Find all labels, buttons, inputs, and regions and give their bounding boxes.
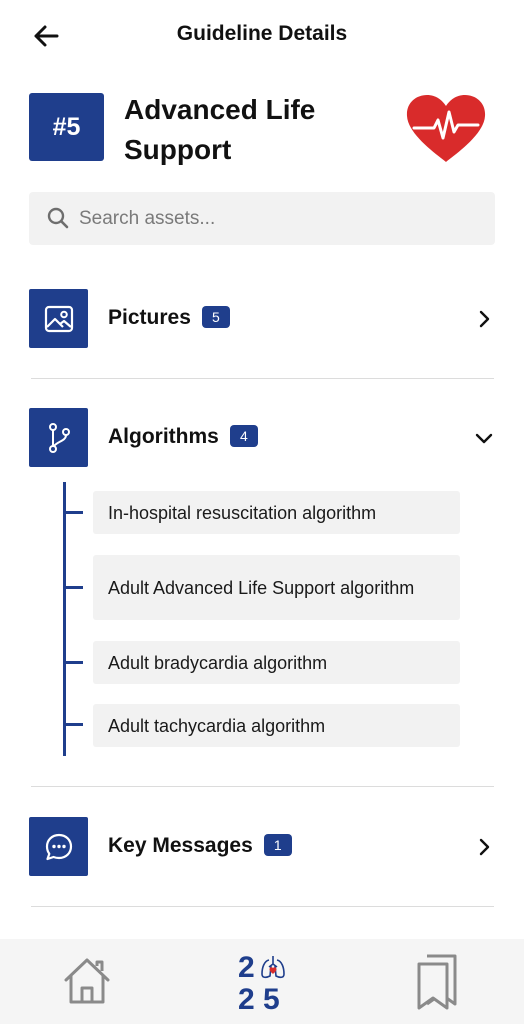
divider bbox=[31, 378, 494, 379]
algorithm-item-label: Adult bradycardia algorithm bbox=[108, 652, 328, 673]
section-label-pictures: Pictures 5 bbox=[108, 306, 230, 330]
lungs-heart-icon bbox=[261, 956, 285, 979]
pictures-count-badge: 5 bbox=[201, 306, 230, 328]
bookmarks-icon bbox=[417, 954, 457, 1010]
guideline-number-badge: #5 bbox=[29, 93, 104, 161]
divider bbox=[31, 906, 494, 907]
tree-tick bbox=[63, 586, 83, 589]
key-messages-count-badge: 1 bbox=[263, 834, 292, 856]
guidelines-2025-button[interactable]: 2 2 5 bbox=[232, 949, 292, 1015]
home-icon bbox=[64, 958, 110, 1004]
divider bbox=[31, 786, 494, 787]
chevron-down-icon bbox=[475, 433, 493, 444]
bottom-nav: 2 2 5 bbox=[0, 939, 524, 1024]
key-messages-icon-tile bbox=[29, 817, 88, 876]
section-pictures[interactable]: Pictures 5 bbox=[0, 289, 524, 349]
tree-tick bbox=[63, 511, 83, 514]
algorithms-count-badge: 4 bbox=[229, 425, 258, 447]
heart-pulse-icon bbox=[406, 95, 486, 162]
algorithm-item[interactable]: Adult bradycardia algorithm bbox=[93, 641, 460, 684]
search-bar[interactable] bbox=[29, 192, 495, 245]
algorithm-item[interactable]: Adult tachycardia algorithm bbox=[93, 704, 460, 747]
algorithm-item[interactable]: In-hospital resuscitation algorithm bbox=[93, 491, 460, 534]
chat-bubble-icon bbox=[45, 833, 72, 860]
algorithms-label: Algorithms bbox=[108, 425, 219, 448]
tree-connector bbox=[63, 482, 66, 756]
top-bar: Guideline Details bbox=[0, 0, 524, 72]
nav-home-button[interactable] bbox=[57, 951, 117, 1011]
chevron-right-icon bbox=[479, 838, 490, 856]
git-branch-icon bbox=[48, 422, 70, 453]
section-key-messages[interactable]: Key Messages 1 bbox=[0, 817, 524, 877]
search-input[interactable] bbox=[79, 192, 479, 245]
algorithm-item-label: Adult Advanced Life Support algorithm bbox=[108, 577, 415, 598]
section-label-algorithms: Algorithms 4 bbox=[108, 425, 258, 449]
section-label-key-messages: Key Messages 1 bbox=[108, 834, 292, 858]
tree-tick bbox=[63, 661, 83, 664]
algorithms-icon-tile bbox=[29, 408, 88, 467]
chevron-right-icon bbox=[479, 310, 490, 328]
search-icon bbox=[47, 207, 69, 229]
page-title: Guideline Details bbox=[176, 22, 348, 45]
nav-bookmarks-button[interactable] bbox=[406, 951, 466, 1011]
key-messages-label: Key Messages bbox=[108, 834, 253, 857]
pictures-icon-tile bbox=[29, 289, 88, 348]
algorithm-item[interactable]: Adult Advanced Life Support algorithm bbox=[93, 555, 460, 620]
logo-digit: 2 bbox=[238, 951, 255, 984]
algorithm-item-label: In-hospital resuscitation algorithm bbox=[108, 502, 377, 523]
tree-tick bbox=[63, 723, 83, 726]
logo-digit: 5 bbox=[263, 983, 280, 1016]
guideline-header: #5 Advanced Life Support bbox=[0, 88, 524, 172]
logo-digit: 2 bbox=[238, 983, 255, 1016]
pictures-label: Pictures bbox=[108, 306, 191, 329]
guideline-title: Advanced Life Support bbox=[124, 94, 316, 165]
image-icon bbox=[44, 305, 73, 332]
section-algorithms[interactable]: Algorithms 4 bbox=[0, 408, 524, 468]
algorithm-item-label: Adult tachycardia algorithm bbox=[108, 715, 326, 736]
